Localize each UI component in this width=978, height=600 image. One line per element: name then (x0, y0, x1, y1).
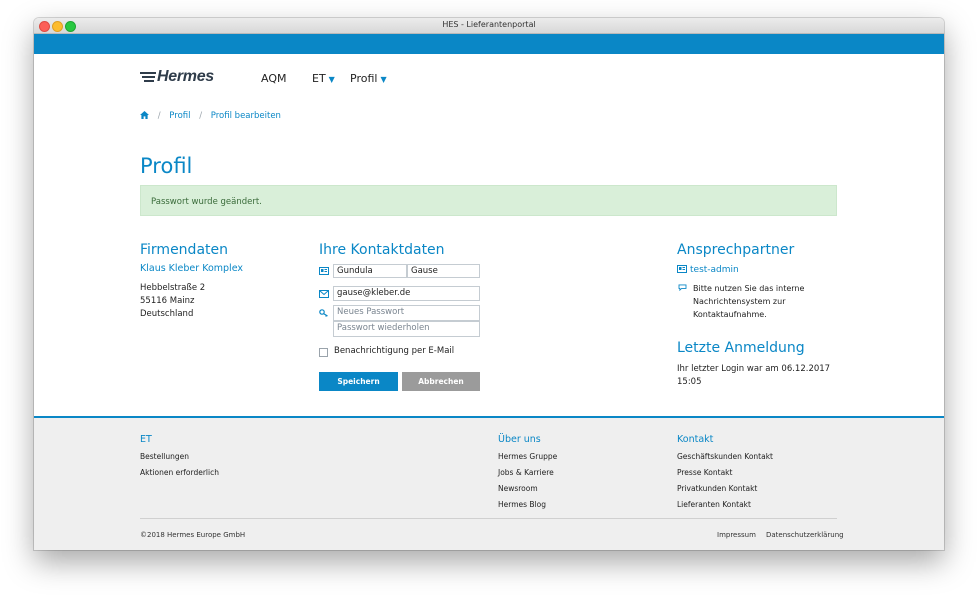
company-name: Klaus Kleber Komplex (140, 263, 243, 274)
last-name-input[interactable]: Gause (407, 264, 480, 278)
footer-link-presse[interactable]: Presse Kontakt (677, 468, 732, 477)
footer-heading-et: ET (140, 434, 152, 445)
chevron-down-icon: ▼ (380, 75, 387, 84)
partner-user[interactable]: test-admin (677, 265, 739, 275)
save-button[interactable]: Speichern (319, 372, 398, 391)
window-title: HES - Lieferantenportal (442, 20, 536, 29)
partner-note: Bitte nutzen Sie das interne Nachrichten… (693, 284, 805, 319)
company-heading: Firmendaten (140, 242, 228, 258)
company-street: Hebbelstraße 2 (140, 283, 206, 293)
footer-heading-kontakt: Kontakt (677, 434, 714, 445)
notify-email-label[interactable]: Benachrichtigung per E-Mail (334, 346, 454, 356)
footer-divider (140, 518, 837, 519)
notify-email-checkbox[interactable] (319, 348, 328, 357)
envelope-icon (319, 290, 329, 298)
breadcrumb-separator: / (157, 111, 161, 121)
company-address: Hebbelstraße 2 55116 Mainz Deutschland (140, 282, 205, 321)
breadcrumb-profil-bearbeiten[interactable]: Profil bearbeiten (211, 111, 281, 121)
breadcrumb-profil[interactable]: Profil (169, 111, 190, 121)
nav-item-et[interactable]: ET ▼ (312, 72, 335, 85)
first-name-input[interactable]: Gundula (333, 264, 407, 278)
page-title: Profil (140, 154, 193, 178)
repeat-password-input[interactable]: Passwort wiederholen (333, 321, 480, 337)
footer-link-blog[interactable]: Hermes Blog (498, 500, 546, 509)
nav-item-profil[interactable]: Profil ▼ (350, 72, 387, 85)
footer-link-hermes-gruppe[interactable]: Hermes Gruppe (498, 452, 557, 461)
company-country: Deutschland (140, 309, 194, 319)
last-login-heading: Letzte Anmeldung (677, 340, 805, 356)
logo-speed-lines-icon (140, 70, 156, 84)
footer-link-newsroom[interactable]: Newsroom (498, 484, 538, 493)
breadcrumb-separator: / (199, 111, 203, 121)
new-password-input[interactable]: Neues Passwort (333, 305, 480, 321)
nav-item-aqm[interactable]: AQM (261, 72, 286, 85)
id-card-icon (677, 265, 687, 273)
chevron-down-icon: ▼ (328, 75, 335, 84)
footer-heading-ueber-uns: Über uns (498, 434, 541, 445)
footer-link-impressum[interactable]: Impressum (717, 531, 756, 539)
alert-text: Passwort wurde geändert. (151, 197, 262, 207)
id-card-icon (319, 267, 329, 275)
footer-link-aktionen[interactable]: Aktionen erforderlich (140, 468, 219, 477)
cancel-button[interactable]: Abbrechen (402, 372, 480, 391)
chat-bubble-icon (678, 284, 687, 291)
logo-text: Hermes (157, 68, 214, 85)
footer: ET Bestellungen Aktionen erforderlich Üb… (34, 416, 944, 550)
top-accent-bar (34, 34, 944, 54)
footer-link-geschaeftskunden[interactable]: Geschäftskunden Kontakt (677, 452, 773, 461)
browser-window: HES - Lieferantenportal Hermes AQM ET ▼ P… (34, 18, 944, 550)
footer-link-jobs[interactable]: Jobs & Karriere (498, 468, 554, 477)
partner-heading: Ansprechpartner (677, 242, 795, 258)
footer-link-bestellungen[interactable]: Bestellungen (140, 452, 189, 461)
home-icon[interactable] (140, 111, 149, 119)
success-alert: Passwort wurde geändert. (140, 185, 837, 216)
footer-link-lieferanten[interactable]: Lieferanten Kontakt (677, 500, 751, 509)
nav-item-label: Profil (350, 72, 378, 85)
hermes-logo[interactable]: Hermes (140, 68, 214, 86)
contact-heading: Ihre Kontaktdaten (319, 242, 445, 258)
breadcrumb: / Profil / Profil bearbeiten (140, 111, 281, 121)
partner-user-name[interactable]: test-admin (690, 265, 739, 275)
last-login-text: Ihr letzter Login war am 06.12.2017 15:0… (677, 364, 831, 387)
email-input[interactable]: gause@kleber.de (333, 286, 480, 301)
nav-item-label: ET (312, 72, 326, 85)
title-bar: HES - Lieferantenportal (34, 18, 944, 34)
copyright: ©2018 Hermes Europe GmbH (140, 531, 246, 539)
key-icon (319, 309, 328, 317)
nav-item-label: AQM (261, 72, 287, 85)
footer-link-datenschutz[interactable]: Datenschutzerklärung (766, 531, 844, 539)
company-city: 55116 Mainz (140, 296, 195, 306)
footer-link-privatkunden[interactable]: Privatkunden Kontakt (677, 484, 757, 493)
